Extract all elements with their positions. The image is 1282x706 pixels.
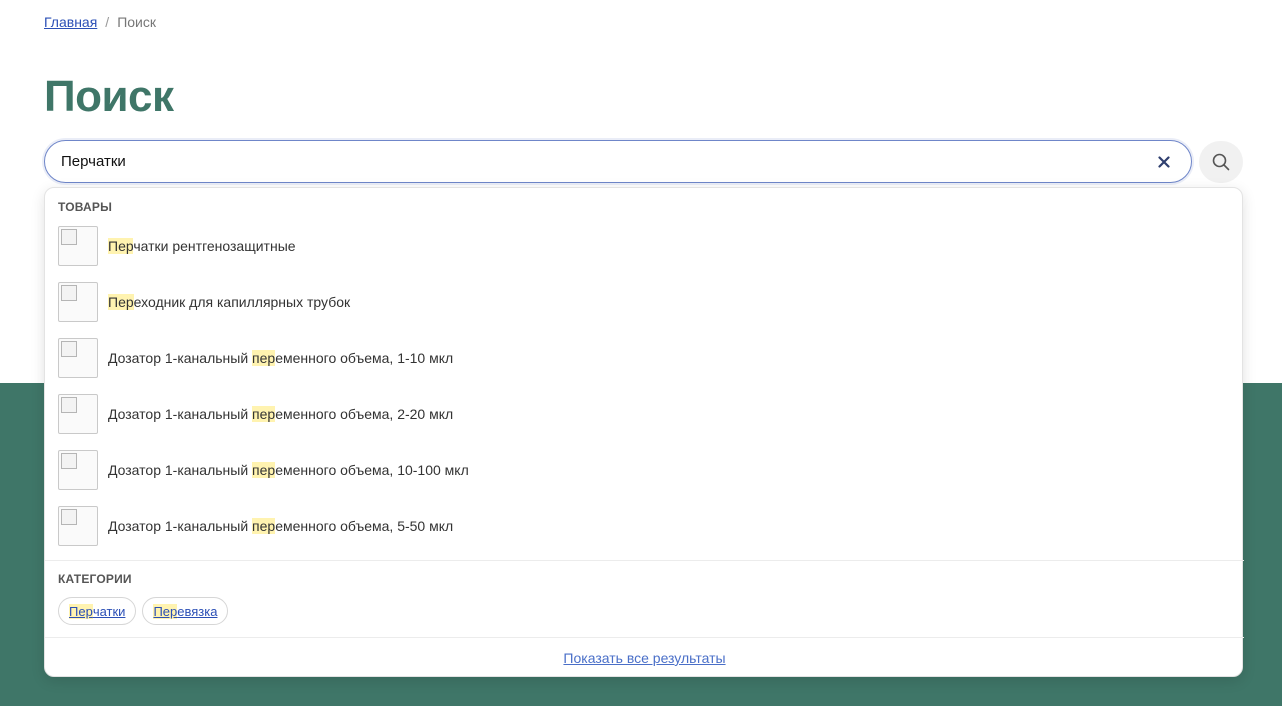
product-name: Перчатки рентгенозащитные <box>108 238 296 254</box>
product-thumbnail <box>58 338 98 378</box>
product-name: Дозатор 1-канальный переменного объема, … <box>108 462 469 478</box>
close-icon[interactable] <box>1155 153 1173 171</box>
breadcrumb-separator: / <box>105 14 110 30</box>
product-suggestion[interactable]: Дозатор 1-канальный переменного объема, … <box>58 450 1228 490</box>
search-input[interactable] <box>61 141 1151 182</box>
product-suggestion[interactable]: Перчатки рентгенозащитные <box>58 226 1228 266</box>
category-chip[interactable]: Пер чатки <box>58 597 137 625</box>
show-all-results-link[interactable]: Показать все результаты <box>45 650 1244 666</box>
breadcrumb-current: Поиск <box>117 14 156 30</box>
product-suggestion[interactable]: Переходник для капиллярных трубок <box>58 282 1228 322</box>
product-thumbnail <box>58 226 98 266</box>
product-name: Переходник для капиллярных трубок <box>108 294 351 310</box>
category-chip[interactable]: Пер евязка <box>142 597 229 625</box>
product-thumbnail <box>58 282 98 322</box>
product-suggestion[interactable]: Дозатор 1-канальный переменного объема, … <box>58 338 1228 378</box>
category-chips: Пер чатки Пер евязка <box>58 597 229 625</box>
product-name: Дозатор 1-канальный переменного объема, … <box>108 518 454 534</box>
product-suggestion[interactable]: Дозатор 1-канальный переменного объема, … <box>58 506 1228 546</box>
product-thumbnail <box>58 394 98 434</box>
section-divider <box>45 560 1244 561</box>
product-name: Дозатор 1-канальный переменного объема, … <box>108 406 454 422</box>
section-divider <box>45 637 1244 638</box>
page-title: Поиск <box>44 72 174 121</box>
breadcrumb-home-link[interactable]: Главная <box>44 14 97 30</box>
categories-section-title: КАТЕГОРИИ <box>58 572 132 586</box>
search-box <box>44 140 1192 183</box>
breadcrumb: Главная / Поиск <box>44 14 156 30</box>
search-button[interactable] <box>1199 141 1243 183</box>
products-section-title: ТОВАРЫ <box>58 200 113 214</box>
product-suggestion[interactable]: Дозатор 1-канальный переменного объема, … <box>58 394 1228 434</box>
search-suggestions-dropdown: ТОВАРЫ Перчатки рентгенозащитные Переход… <box>44 187 1244 677</box>
product-thumbnail <box>58 450 98 490</box>
product-name: Дозатор 1-канальный переменного объема, … <box>108 350 454 366</box>
product-thumbnail <box>58 506 98 546</box>
search-icon <box>1212 153 1230 171</box>
